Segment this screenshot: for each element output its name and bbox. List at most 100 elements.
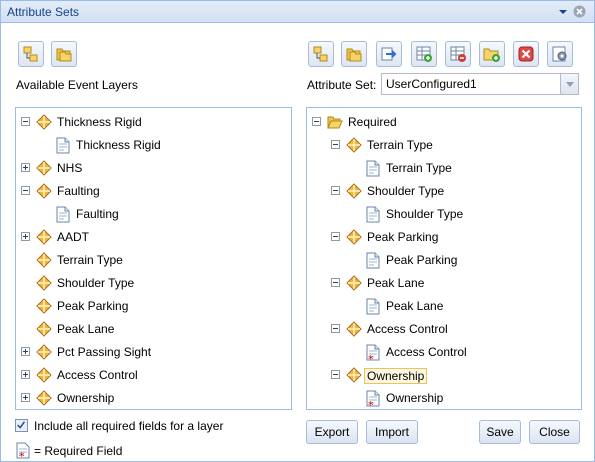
left-tree-node-label: AADT <box>57 230 90 244</box>
left-tree-node-label: Ownership <box>57 391 115 405</box>
right-tree-node[interactable]: * Ownership <box>307 388 581 409</box>
export-button[interactable]: Export <box>306 420 358 444</box>
left-tree-node[interactable]: Faulting <box>16 204 291 224</box>
left-tree-node-label: Terrain Type <box>57 253 123 267</box>
import-button[interactable]: Import <box>366 420 418 444</box>
collapse-minus-icon[interactable] <box>21 186 30 195</box>
collapse-minus-icon[interactable] <box>331 186 340 195</box>
layer-icon <box>36 229 52 245</box>
folders-icon <box>56 48 72 62</box>
title-bar: Attribute Sets <box>1 1 594 23</box>
settings-button[interactable] <box>547 41 573 67</box>
right-tree-node-label: Ownership <box>386 391 444 405</box>
right-tree-node[interactable]: Terrain Type <box>307 158 581 178</box>
left-tree-node[interactable]: Pct Passing Sight <box>16 342 291 362</box>
collapse-minus-icon[interactable] <box>331 324 340 333</box>
remove-table-button[interactable] <box>445 41 471 67</box>
right-tree-node-label: Shoulder Type <box>386 207 464 221</box>
collapse-minus-icon[interactable] <box>312 117 321 126</box>
layer-icon <box>36 390 52 406</box>
collapse-minus-icon[interactable] <box>331 370 340 379</box>
field-icon <box>55 206 71 223</box>
table-remove-icon <box>450 46 466 62</box>
tree-expand-icon <box>23 46 38 62</box>
collapse-all-button[interactable] <box>51 41 77 67</box>
right-tree-node-label: Terrain Type <box>386 161 452 175</box>
right-tree-node[interactable]: Access Control <box>307 319 581 339</box>
right-tree-node[interactable]: Ownership <box>307 365 581 385</box>
layer-icon <box>346 275 362 291</box>
expand-plus-icon[interactable] <box>21 163 30 172</box>
left-tree-node[interactable]: Peak Parking <box>16 296 291 316</box>
left-tree-node[interactable]: Thickness Rigid <box>16 112 291 132</box>
layer-icon <box>36 367 52 383</box>
expand-plus-icon[interactable] <box>21 232 30 241</box>
delete-x-icon <box>518 46 534 62</box>
left-tree-node[interactable]: Peak Lane <box>16 319 291 339</box>
left-tree-node-label: Pct Passing Sight <box>57 345 152 359</box>
left-tree-node[interactable]: Access Control <box>16 365 291 385</box>
collapse-minus-icon[interactable] <box>331 278 340 287</box>
left-tree-node[interactable]: Faulting <box>16 181 291 201</box>
collapse-minus-icon[interactable] <box>331 140 340 149</box>
attribute-set-combo[interactable]: UserConfigured1 <box>381 73 579 95</box>
expand-all-button[interactable] <box>18 41 44 67</box>
close-icon[interactable] <box>573 5 586 18</box>
left-tree-node[interactable]: AADT <box>16 227 291 247</box>
right-tree-node[interactable]: Terrain Type <box>307 135 581 155</box>
move-button[interactable] <box>376 41 402 67</box>
collapse-minus-icon[interactable] <box>21 117 30 126</box>
attribute-set-label: Attribute Set: <box>307 78 377 92</box>
right-tree-node[interactable]: Peak Parking <box>307 250 581 270</box>
left-tree-node[interactable]: NHS <box>16 158 291 178</box>
add-table-button[interactable] <box>411 41 437 67</box>
left-tree-node[interactable]: Ownership <box>16 388 291 408</box>
right-tree-node-label: Terrain Type <box>367 138 433 152</box>
expand-plus-icon[interactable] <box>21 393 30 402</box>
left-tree-node[interactable]: Thickness Rigid <box>16 135 291 155</box>
left-tree-node-label: NHS <box>57 161 83 175</box>
right-tree-node-label: Required <box>348 115 397 129</box>
right-tree-node-label: Access Control <box>367 322 448 336</box>
right-tree-node[interactable]: Peak Lane <box>307 296 581 316</box>
right-tree-node-label: Shoulder Type <box>367 184 445 198</box>
required-field-icon: * <box>365 344 381 366</box>
close-button[interactable]: Close <box>529 420 580 444</box>
layer-icon <box>36 114 52 130</box>
chevron-down-icon[interactable] <box>560 74 578 94</box>
required-field-icon: * <box>365 390 381 409</box>
required-field-icon: * <box>16 442 30 460</box>
expand-plus-icon[interactable] <box>21 370 30 379</box>
collapse-minus-icon[interactable] <box>331 232 340 241</box>
left-tree-node-label: Faulting <box>57 184 100 198</box>
move-arrow-icon <box>381 47 397 61</box>
layer-icon <box>36 344 52 360</box>
field-icon <box>365 206 381 223</box>
folder-open-icon <box>327 114 343 130</box>
add-folder-button[interactable] <box>479 41 505 67</box>
right-tree-node[interactable]: Shoulder Type <box>307 181 581 201</box>
collapse-all-right-button[interactable] <box>341 41 367 67</box>
attribute-set-value: UserConfigured1 <box>386 77 477 91</box>
right-tree-node[interactable]: * Access Control <box>307 342 581 366</box>
left-tree-node[interactable]: Shoulder Type <box>16 273 291 293</box>
layer-icon <box>346 229 362 245</box>
save-button[interactable]: Save <box>479 420 521 444</box>
expand-plus-icon[interactable] <box>21 347 30 356</box>
folders-icon <box>346 48 362 62</box>
left-tree-node-label: Peak Lane <box>57 322 115 336</box>
left-tree-node[interactable]: Terrain Type <box>16 250 291 270</box>
right-tree-node-label: Ownership <box>364 368 428 384</box>
right-tree-node[interactable]: Peak Lane <box>307 273 581 293</box>
required-legend-label: = Required Field <box>34 444 123 458</box>
left-tree-node-label: Thickness Rigid <box>76 138 161 152</box>
expand-all-right-button[interactable] <box>308 41 334 67</box>
include-required-checkbox[interactable] <box>15 419 28 432</box>
chevron-down-icon[interactable] <box>558 7 568 17</box>
delete-button[interactable] <box>513 41 539 67</box>
right-tree-node[interactable]: Required <box>307 112 581 132</box>
layer-icon <box>36 298 52 314</box>
right-tree-node[interactable]: Shoulder Type <box>307 204 581 224</box>
right-tree-node[interactable]: Peak Parking <box>307 227 581 247</box>
field-icon <box>365 298 381 315</box>
